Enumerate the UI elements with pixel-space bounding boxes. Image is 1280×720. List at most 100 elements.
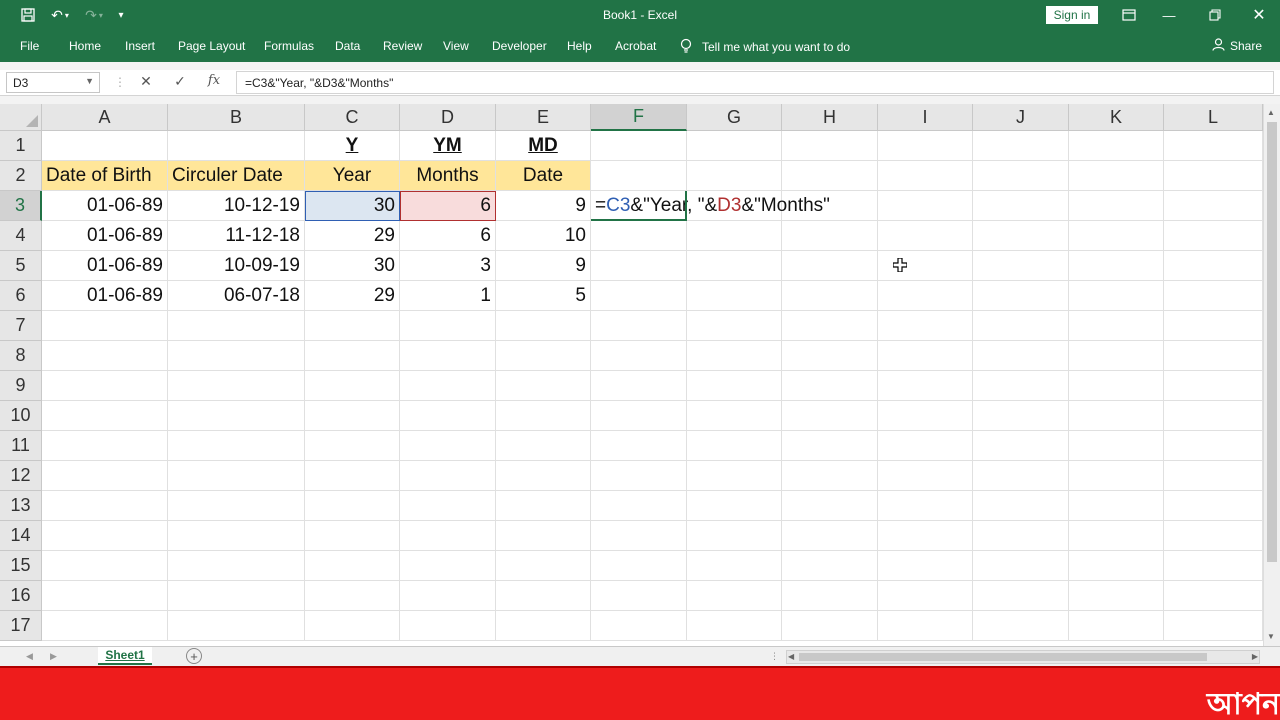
- cell-c3[interactable]: 30: [305, 191, 400, 221]
- cell-c11[interactable]: [305, 431, 400, 461]
- cell-a2[interactable]: Date of Birth: [42, 161, 168, 191]
- cell-e11[interactable]: [496, 431, 591, 461]
- customize-quick-access-icon[interactable]: ▾: [114, 5, 128, 25]
- cell-a8[interactable]: [42, 341, 168, 371]
- row-header-2[interactable]: 2: [0, 161, 42, 191]
- cell-f3[interactable]: = C3 &"Year, "& D3 &"Months": [591, 191, 830, 221]
- cell-k7[interactable]: [1069, 311, 1164, 341]
- cell-f4[interactable]: [591, 221, 687, 251]
- cell-e7[interactable]: [496, 311, 591, 341]
- cell-d3[interactable]: 6: [400, 191, 496, 221]
- cell-k17[interactable]: [1069, 611, 1164, 641]
- cell-c13[interactable]: [305, 491, 400, 521]
- scroll-down-icon[interactable]: ▼: [1267, 632, 1275, 641]
- cell-g12[interactable]: [687, 461, 782, 491]
- row-header-14[interactable]: 14: [0, 521, 42, 551]
- sign-in-button[interactable]: Sign in: [1046, 6, 1098, 24]
- cell-g8[interactable]: [687, 341, 782, 371]
- cell-c15[interactable]: [305, 551, 400, 581]
- cell-c4[interactable]: 29: [305, 221, 400, 251]
- cell-b12[interactable]: [168, 461, 305, 491]
- cell-h12[interactable]: [782, 461, 878, 491]
- cell-f15[interactable]: [591, 551, 687, 581]
- cell-j4[interactable]: [973, 221, 1069, 251]
- cell-h8[interactable]: [782, 341, 878, 371]
- cell-i15[interactable]: [878, 551, 973, 581]
- cell-k1[interactable]: [1069, 131, 1164, 161]
- cell-i6[interactable]: [878, 281, 973, 311]
- cell-e5[interactable]: 9: [496, 251, 591, 281]
- row-header-3[interactable]: 3: [0, 191, 42, 221]
- close-icon[interactable]: ✕: [1236, 0, 1280, 30]
- cell-i3[interactable]: [878, 191, 973, 221]
- cell-k3[interactable]: [1069, 191, 1164, 221]
- cell-j5[interactable]: [973, 251, 1069, 281]
- tab-data[interactable]: Data: [335, 39, 360, 53]
- cell-k15[interactable]: [1069, 551, 1164, 581]
- cell-a12[interactable]: [42, 461, 168, 491]
- cell-i12[interactable]: [878, 461, 973, 491]
- undo-icon[interactable]: ↶ ▾: [46, 5, 74, 25]
- cell-j13[interactable]: [973, 491, 1069, 521]
- cell-b8[interactable]: [168, 341, 305, 371]
- cell-l17[interactable]: [1164, 611, 1263, 641]
- cell-e14[interactable]: [496, 521, 591, 551]
- cell-f8[interactable]: [591, 341, 687, 371]
- cell-c14[interactable]: [305, 521, 400, 551]
- cell-b16[interactable]: [168, 581, 305, 611]
- cell-e1[interactable]: MD: [496, 131, 591, 161]
- cell-g1[interactable]: [687, 131, 782, 161]
- column-header-f[interactable]: F: [591, 104, 687, 131]
- cell-l12[interactable]: [1164, 461, 1263, 491]
- cell-i16[interactable]: [878, 581, 973, 611]
- cell-l9[interactable]: [1164, 371, 1263, 401]
- scroll-up-icon[interactable]: ▲: [1267, 108, 1275, 117]
- cell-h1[interactable]: [782, 131, 878, 161]
- cell-a1[interactable]: [42, 131, 168, 161]
- cell-l11[interactable]: [1164, 431, 1263, 461]
- cell-d4[interactable]: 6: [400, 221, 496, 251]
- cell-h11[interactable]: [782, 431, 878, 461]
- cell-g14[interactable]: [687, 521, 782, 551]
- row-header-5[interactable]: 5: [0, 251, 42, 281]
- cell-f16[interactable]: [591, 581, 687, 611]
- cell-g17[interactable]: [687, 611, 782, 641]
- tab-help[interactable]: Help: [567, 39, 592, 53]
- column-header-h[interactable]: H: [782, 104, 878, 131]
- tab-split-grip-icon[interactable]: ⋮: [770, 651, 779, 662]
- tab-page-layout[interactable]: Page Layout: [178, 39, 245, 53]
- cell-d9[interactable]: [400, 371, 496, 401]
- cell-e15[interactable]: [496, 551, 591, 581]
- cell-d7[interactable]: [400, 311, 496, 341]
- column-header-l[interactable]: L: [1164, 104, 1263, 131]
- cell-c16[interactable]: [305, 581, 400, 611]
- enter-check-icon[interactable]: ✓: [170, 73, 190, 90]
- cell-g4[interactable]: [687, 221, 782, 251]
- cell-h5[interactable]: [782, 251, 878, 281]
- cell-j9[interactable]: [973, 371, 1069, 401]
- cell-a13[interactable]: [42, 491, 168, 521]
- row-header-1[interactable]: 1: [0, 131, 42, 161]
- cell-a10[interactable]: [42, 401, 168, 431]
- cell-j17[interactable]: [973, 611, 1069, 641]
- cell-f10[interactable]: [591, 401, 687, 431]
- cell-i10[interactable]: [878, 401, 973, 431]
- cell-i2[interactable]: [878, 161, 973, 191]
- cell-b13[interactable]: [168, 491, 305, 521]
- cell-j2[interactable]: [973, 161, 1069, 191]
- cell-e2[interactable]: Date: [496, 161, 591, 191]
- cell-c9[interactable]: [305, 371, 400, 401]
- cell-a3[interactable]: 01-06-89: [42, 191, 168, 221]
- row-header-16[interactable]: 16: [0, 581, 42, 611]
- cell-k4[interactable]: [1069, 221, 1164, 251]
- cell-c1[interactable]: Y: [305, 131, 400, 161]
- cell-d11[interactable]: [400, 431, 496, 461]
- cell-i9[interactable]: [878, 371, 973, 401]
- horizontal-scroll-thumb[interactable]: [799, 653, 1207, 661]
- cell-e9[interactable]: [496, 371, 591, 401]
- cell-h16[interactable]: [782, 581, 878, 611]
- row-header-17[interactable]: 17: [0, 611, 42, 641]
- cell-e16[interactable]: [496, 581, 591, 611]
- cell-d10[interactable]: [400, 401, 496, 431]
- cell-c2[interactable]: Year: [305, 161, 400, 191]
